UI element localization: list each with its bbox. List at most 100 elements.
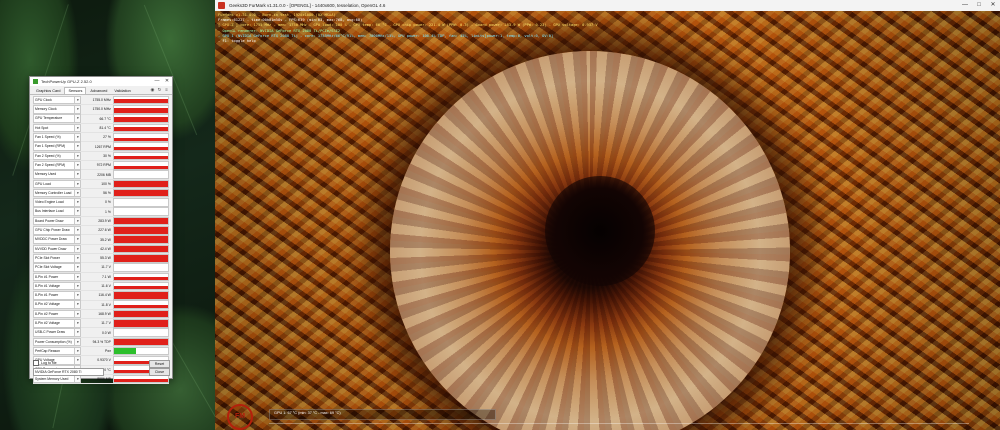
- sensor-row: PerfCap Reason ▼ Pwr: [33, 346, 169, 357]
- sensor-graph-fill: [113, 286, 168, 290]
- sensor-graph-fill: [113, 146, 168, 150]
- sensor-label: 8-Pin #1 Power: [33, 291, 76, 300]
- sensor-row: Hot Spot ▼ 81.4 °C: [33, 123, 169, 134]
- sensor-graph-fill: [113, 117, 168, 123]
- tab-sensors[interactable]: Sensors: [64, 87, 87, 94]
- sensor-value: Pwr: [105, 349, 111, 354]
- sensor-graph: [112, 123, 169, 133]
- sensor-graph: [112, 142, 169, 151]
- sensor-graph-fill: [113, 98, 168, 104]
- sensor-value: 1750.0 MHz: [92, 107, 111, 112]
- sensor-row: System Memory Used ▼ 8886 MB: [33, 374, 169, 385]
- close-button[interactable]: Close: [149, 368, 170, 376]
- sensor-value: 55.3 W: [100, 256, 111, 261]
- sensor-label: USB-C Power Draw: [33, 328, 76, 337]
- sensor-graph-fill: [113, 277, 168, 281]
- sensor-graph-fill: [113, 292, 168, 299]
- sensor-row: Power Consumption (%) ▼ 94.3 % TDP: [33, 337, 169, 348]
- furmark-logo: FM: [227, 404, 253, 430]
- sensor-label: 8-Pin #1 Voltage: [33, 281, 76, 291]
- refresh-icon[interactable]: ↻: [157, 87, 162, 92]
- temperature-graph-label: GPU 1: 67 °C (min: 37 °C - max: 69 °C): [274, 411, 341, 415]
- sensor-graph-fill: [113, 379, 168, 383]
- sensor-row: Board Power Draw ▼ 283.9 W: [33, 216, 169, 227]
- sensor-label: PerfCap Reason: [33, 346, 76, 356]
- sensor-graph: [112, 114, 169, 124]
- camera-icon[interactable]: ◉: [150, 87, 155, 92]
- sensor-row: Bus Interface Load ▼ 1 %: [33, 207, 169, 217]
- sensor-value: 81.4 °C: [99, 126, 111, 131]
- sensor-graph-fill: [113, 305, 168, 308]
- sensor-label: Video Engine Load: [33, 198, 76, 207]
- sensor-row: Fan 1 Speed (RPM) ▼ 1267 RPM: [33, 142, 169, 152]
- furmark-window-title: Geeks3D FurMark v1.31.0.0 - [OPENGL] - 1…: [229, 3, 386, 8]
- sensor-value: 27 %: [103, 135, 111, 140]
- sensor-value: 30 %: [103, 153, 111, 158]
- sensor-graph: [112, 226, 169, 235]
- sensor-value: 1 %: [105, 209, 111, 214]
- sensor-label: Fan 1 Speed (RPM): [33, 142, 76, 151]
- sensor-graph: [112, 244, 169, 254]
- gpuz-window[interactable]: TechPowerUp GPU-Z 2.52.0 — ✕ Graphics Ca…: [29, 76, 173, 385]
- sensor-row: MVDDC Power Draw ▼ 35.2 W: [33, 235, 169, 245]
- sensor-label: 8-Pin #2 Power: [33, 309, 76, 319]
- sensor-graph-fill: [113, 217, 168, 225]
- sensor-row: Fan 2 Speed (%) ▼ 30 %: [33, 151, 169, 162]
- sensor-row: 8-Pin #2 Voltage ▼ 11.8 V: [33, 300, 169, 310]
- sensor-row: 8-Pin #2 Voltage ▼ 11.7 V: [33, 318, 169, 329]
- sensor-label: 8-Pin #1 Power: [33, 272, 76, 282]
- sensor-graph: [112, 272, 169, 282]
- sensor-graph: [112, 170, 169, 179]
- sensor-row: 8-Pin #1 Power ▼ 7.1 W: [33, 272, 169, 282]
- close-icon[interactable]: ✕: [986, 0, 1000, 11]
- tab-graphics-card[interactable]: Graphics Card: [33, 88, 63, 94]
- sensor-row: PCIe Slot Power ▼ 55.3 W: [33, 253, 169, 264]
- sensor-value: 1267 RPM: [94, 144, 111, 149]
- log-to-file-checkbox[interactable]: [33, 360, 39, 366]
- furmark-render-view[interactable]: FurMark v1.31.0.0 - Burn-in test, 1920x1…: [215, 11, 1000, 430]
- gpu-select-dropdown[interactable]: NVIDIA GeForce RTX 2080 Ti: [33, 368, 104, 376]
- sensor-value: 227.6 W: [98, 228, 111, 233]
- sensor-graph-fill: [113, 310, 168, 318]
- reset-button[interactable]: Reset: [149, 360, 170, 368]
- gpuz-footer: Log to file Reset NVIDIA GeForce RTX 208…: [33, 360, 170, 376]
- minimize-icon[interactable]: —: [958, 0, 972, 11]
- furmark-window[interactable]: Geeks3D FurMark v1.31.0.0 - [OPENGL] - 1…: [215, 0, 1000, 430]
- temperature-graph-line: [269, 423, 969, 424]
- sensor-value: 7.1 W: [101, 274, 111, 279]
- sensor-value: 972 RPM: [96, 163, 111, 168]
- sensor-graph-fill: [113, 245, 168, 253]
- sensor-graph-fill: [113, 338, 168, 346]
- benchmark-osd: FurMark v1.31.0.0 - Burn-in test, 1920x1…: [218, 13, 778, 44]
- sensor-label: Power Consumption (%): [33, 337, 76, 347]
- close-icon[interactable]: ✕: [162, 77, 172, 86]
- sensor-label: PCIe Slot Voltage: [33, 263, 76, 272]
- sensor-value: 116.4 W: [98, 293, 111, 298]
- sensor-row: GPU Chip Power Draw ▼ 227.6 W: [33, 226, 169, 236]
- sensor-value: 100 %: [101, 181, 111, 186]
- minimize-icon[interactable]: —: [152, 77, 162, 86]
- sensor-graph: [112, 263, 169, 272]
- tab-validation[interactable]: Validation: [111, 88, 133, 94]
- tab-advanced[interactable]: Advanced: [87, 88, 110, 94]
- sensor-value: 66.7 °C: [99, 116, 111, 121]
- gpuz-app-icon: [33, 79, 38, 84]
- gpuz-titlebar[interactable]: TechPowerUp GPU-Z 2.52.0 — ✕: [30, 77, 172, 86]
- sensor-graph: [112, 105, 169, 114]
- sensor-row: GPU Temperature ▼ 66.7 °C: [33, 114, 169, 124]
- sensor-graph: [112, 328, 169, 337]
- sensor-graph: [112, 318, 169, 328]
- sensor-row: Memory Clock ▼ 1750.0 MHz: [33, 105, 169, 115]
- sensor-label: GPU Chip Power Draw: [33, 226, 76, 235]
- sensor-label: Hot Spot: [33, 123, 76, 133]
- sensor-label: System Memory Used: [33, 374, 76, 384]
- sensor-row: 8-Pin #1 Power ▼ 116.4 W: [33, 291, 169, 301]
- sensor-graph-fill: [113, 347, 136, 355]
- sensor-graph-fill: [113, 227, 168, 234]
- sensor-graph-fill: [113, 180, 168, 188]
- maximize-icon[interactable]: □: [972, 0, 986, 11]
- menu-icon[interactable]: ≡: [164, 87, 169, 92]
- sensor-value: 35.2 W: [100, 237, 111, 242]
- sensor-row: 8-Pin #1 Voltage ▼ 11.6 V: [33, 281, 169, 292]
- sensor-graph: [112, 160, 169, 170]
